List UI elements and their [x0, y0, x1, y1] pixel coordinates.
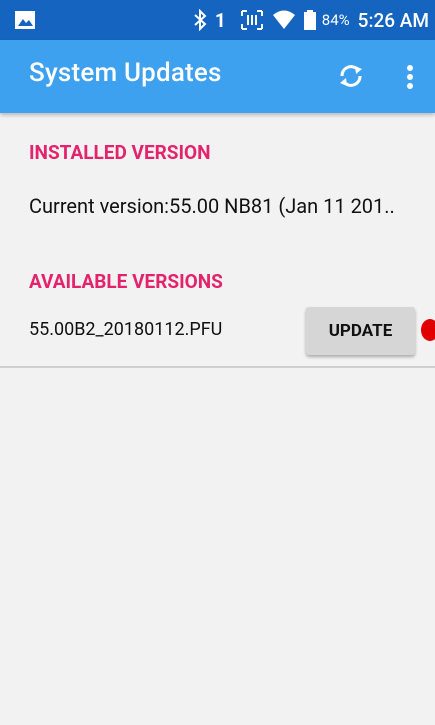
available-versions-header: AVAILABLE VERSIONS — [29, 270, 223, 293]
scanner-icon — [240, 10, 263, 30]
status-icons: 1 84% 5:26 AM — [185, 0, 429, 40]
clock: 5:26 AM — [357, 8, 429, 32]
touch-indicator — [421, 319, 435, 341]
page-title: System Updates — [29, 58, 222, 88]
installed-version-header: INSTALLED VERSION — [29, 141, 211, 164]
available-version-filename: 55.00B2_20180112.PFU — [29, 319, 223, 340]
battery-icon — [303, 10, 316, 30]
status-bar: 1 84% 5:26 AM — [0, 0, 435, 40]
app-bar: System Updates — [0, 40, 435, 113]
more-options-icon[interactable] — [400, 62, 420, 92]
current-version-text: Current version:55.00 NB81 (Jan 11 201.. — [29, 194, 395, 218]
refresh-icon[interactable] — [338, 63, 364, 89]
battery-percent: 84% — [321, 11, 350, 29]
divider — [0, 366, 435, 368]
signal-digit: 1 — [214, 8, 226, 32]
bluetooth-icon — [194, 9, 207, 31]
wifi-icon — [272, 10, 295, 29]
update-button[interactable]: UPDATE — [306, 307, 415, 355]
image-notification-icon — [15, 11, 35, 29]
